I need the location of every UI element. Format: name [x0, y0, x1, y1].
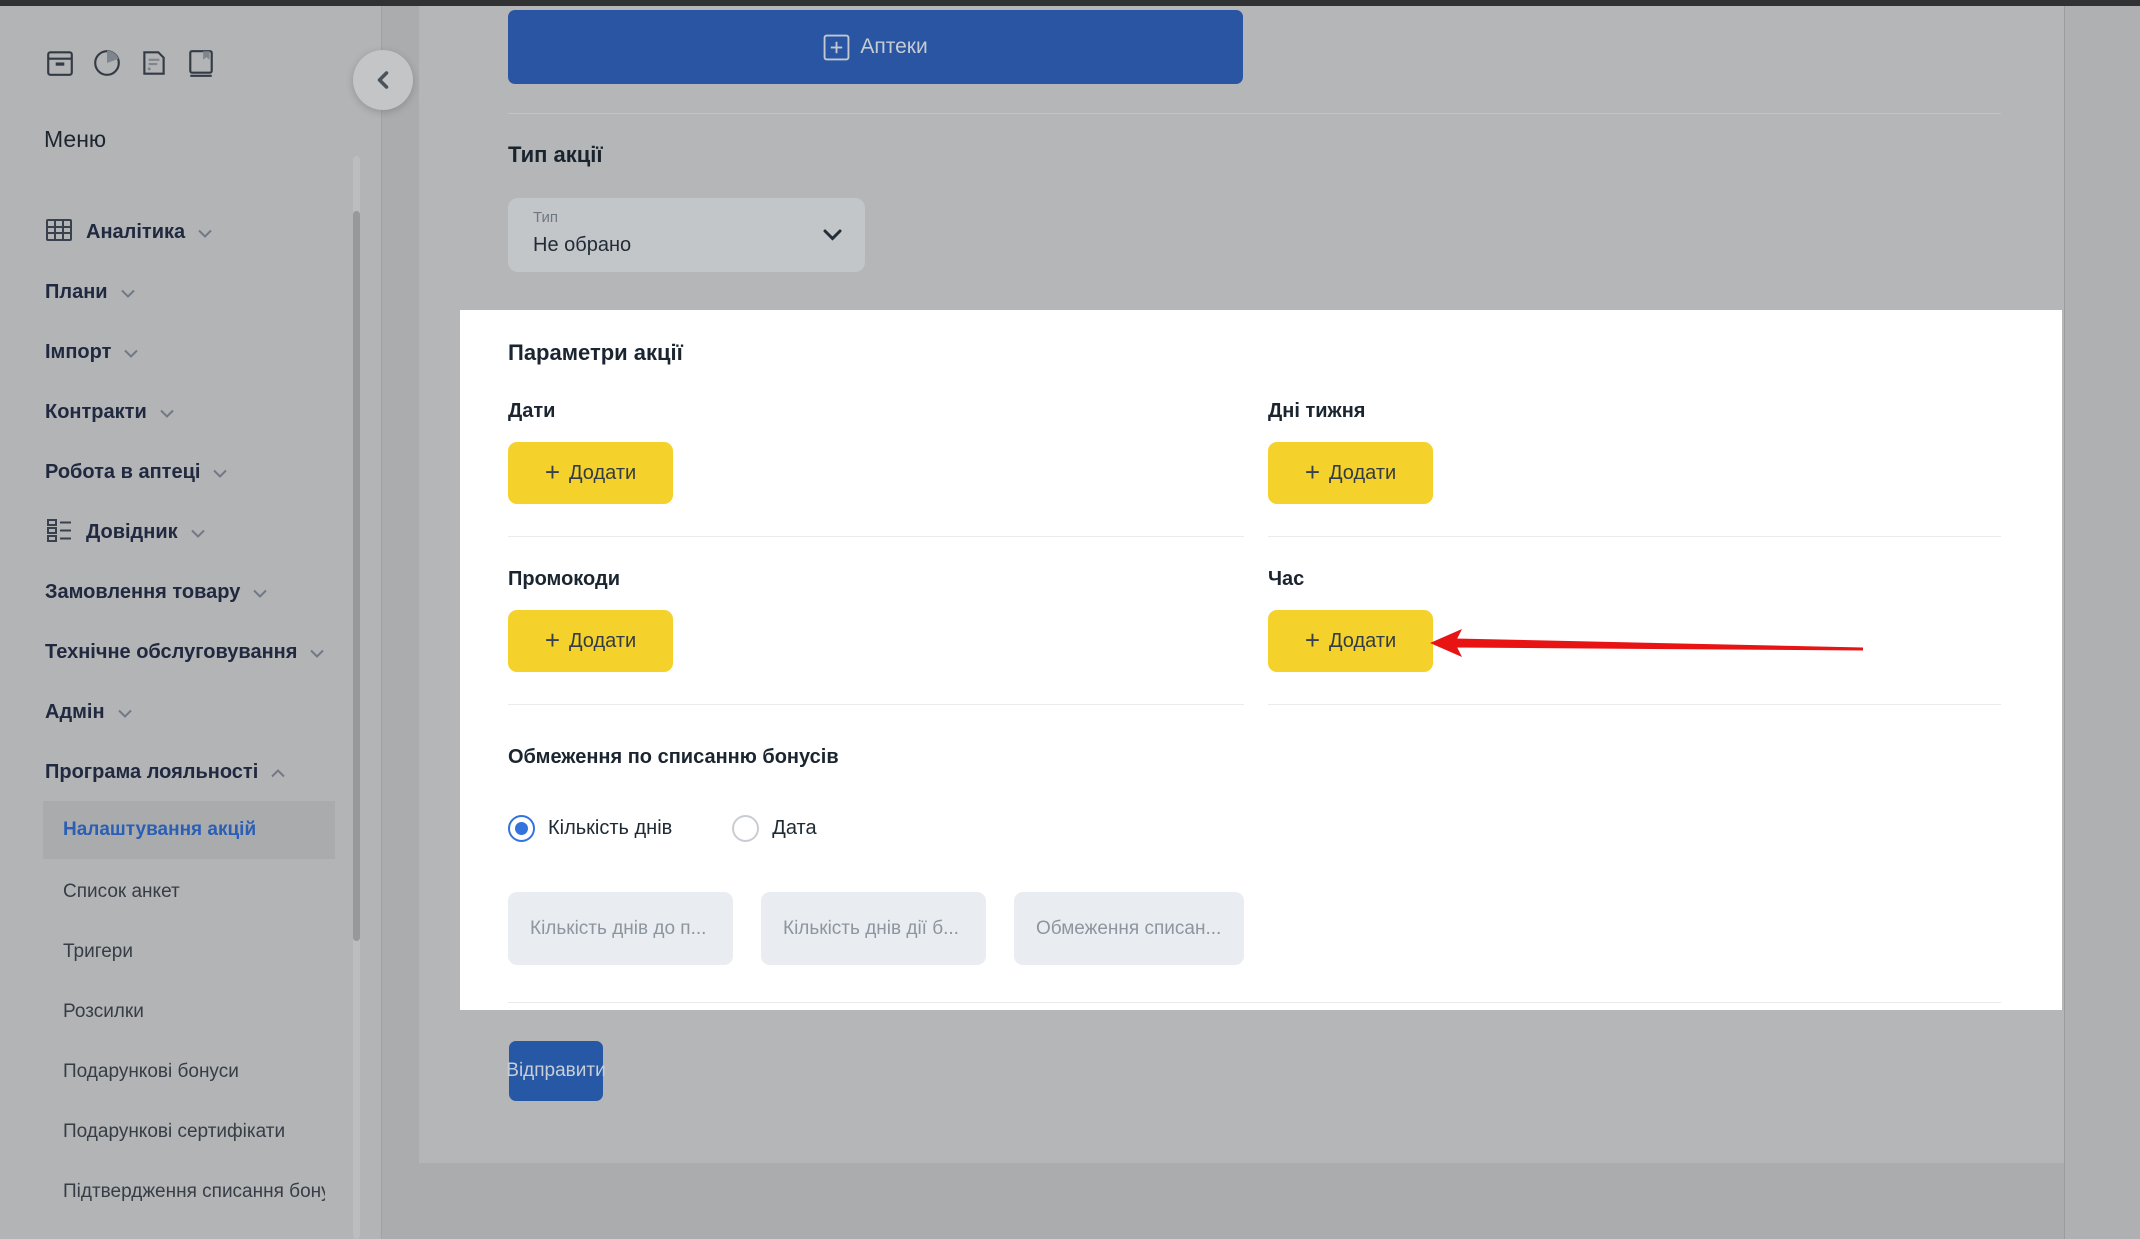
sidebar: Меню Аналітика Плани Імпорт Контракти Ро… — [0, 6, 382, 1239]
divider — [1268, 704, 2001, 705]
limits-title: Обмеження по списанню бонусів — [508, 746, 839, 769]
chevron-down-icon — [823, 229, 842, 241]
plus-square-icon — [823, 34, 850, 61]
archive-box-icon[interactable] — [45, 48, 75, 78]
plus-icon: + — [1305, 627, 1320, 653]
chevron-down-icon — [310, 649, 324, 658]
section-label-promocodes: Промокоди — [508, 568, 620, 591]
type-section-title: Тип акції — [508, 142, 603, 168]
sidebar-subitem-gift-bonuses[interactable]: Подарункові бонуси — [43, 1043, 335, 1101]
promo-type-select[interactable]: Тип Не обрано — [508, 198, 865, 272]
section-label-weekdays: Дні тижня — [1268, 400, 1365, 423]
chevron-down-icon — [198, 229, 212, 238]
add-weekdays-button[interactable]: + Додати — [1268, 442, 1433, 504]
add-promocodes-button[interactable]: + Додати — [508, 610, 673, 672]
chevron-down-icon — [191, 529, 205, 538]
divider — [508, 1002, 2001, 1003]
menu-title: Меню — [44, 126, 106, 153]
plus-icon: + — [1305, 459, 1320, 485]
sidebar-item-loyalty-program[interactable]: Програма лояльності — [45, 742, 285, 802]
add-dates-button[interactable]: + Додати — [508, 442, 673, 504]
table-grid-icon — [45, 217, 73, 248]
sidebar-item-admin[interactable]: Адмін — [45, 682, 132, 742]
sidebar-subitem-writeoff-confirmation[interactable]: Підтвердження списання бону... — [43, 1163, 335, 1221]
add-time-button[interactable]: + Додати — [1268, 610, 1433, 672]
radio-days-count-label[interactable]: Кількість днів — [548, 817, 672, 840]
bonus-days-input[interactable] — [761, 892, 986, 965]
sidebar-subitem-mailings[interactable]: Розсилки — [43, 983, 335, 1041]
chevron-down-icon — [118, 709, 132, 718]
sidebar-item-goods-order[interactable]: Замовлення товару — [45, 562, 267, 622]
sidebar-item-analytics[interactable]: Аналітика — [45, 202, 212, 262]
book-icon[interactable] — [186, 48, 216, 78]
radio-date[interactable] — [732, 815, 759, 842]
chevron-down-icon — [124, 349, 138, 358]
promo-params-card: Параметри акції Дати Дні тижня + Додати … — [460, 310, 2062, 1010]
days-before-input[interactable] — [508, 892, 733, 965]
chevron-left-icon — [376, 70, 390, 90]
chevron-down-icon — [121, 289, 135, 298]
divider — [508, 536, 1244, 537]
chevron-up-icon — [271, 769, 285, 778]
divider — [1268, 536, 2001, 537]
limits-radio-group: Кількість днів Дата — [508, 815, 817, 842]
sidebar-item-contracts[interactable]: Контракти — [45, 382, 174, 442]
sidebar-top-icons — [45, 48, 216, 78]
sidebar-item-plans[interactable]: Плани — [45, 262, 135, 322]
sidebar-item-maintenance[interactable]: Технічне обслуговування — [45, 622, 324, 682]
chevron-down-icon — [160, 409, 174, 418]
right-page-gutter — [2064, 6, 2140, 1239]
sidebar-subitem-triggers[interactable]: Тригери — [43, 923, 335, 981]
pie-chart-icon[interactable] — [92, 48, 122, 78]
divider — [508, 704, 1244, 705]
sidebar-collapse-button[interactable] — [353, 50, 413, 110]
document-icon[interactable] — [139, 48, 169, 78]
divider — [508, 113, 2001, 114]
sidebar-item-import[interactable]: Імпорт — [45, 322, 138, 382]
sidebar-item-pharmacy-work[interactable]: Робота в аптеці — [45, 442, 227, 502]
section-label-dates: Дати — [508, 400, 555, 423]
params-title: Параметри акції — [508, 340, 683, 366]
chevron-down-icon — [253, 589, 267, 598]
chevron-down-icon — [213, 469, 227, 478]
section-label-time: Час — [1268, 568, 1304, 591]
submit-button[interactable]: Відправити — [509, 1041, 603, 1101]
sidebar-item-label: Аналітика — [86, 221, 185, 244]
sidebar-subitem-promo-settings[interactable]: Налаштування акцій — [43, 801, 335, 859]
sidebar-subitem-gift-certificates[interactable]: Подарункові сертифікати — [43, 1103, 335, 1161]
sidebar-scrollbar-thumb[interactable] — [353, 211, 360, 941]
radio-date-label[interactable]: Дата — [772, 817, 816, 840]
list-rows-icon — [45, 517, 73, 548]
plus-icon: + — [545, 459, 560, 485]
pharmacies-button[interactable]: Аптеки — [508, 10, 1243, 84]
red-pointer-arrow — [1410, 625, 1880, 665]
select-value: Не обрано — [533, 234, 631, 257]
select-label: Тип — [533, 209, 558, 226]
page: Меню Аналітика Плани Імпорт Контракти Ро… — [0, 0, 2140, 1239]
sidebar-subitem-questionnaires[interactable]: Список анкет — [43, 863, 335, 921]
plus-icon: + — [545, 627, 560, 653]
writeoff-limit-input[interactable] — [1014, 892, 1244, 965]
sidebar-item-directory[interactable]: Довідник — [45, 502, 205, 562]
radio-days-count[interactable] — [508, 815, 535, 842]
